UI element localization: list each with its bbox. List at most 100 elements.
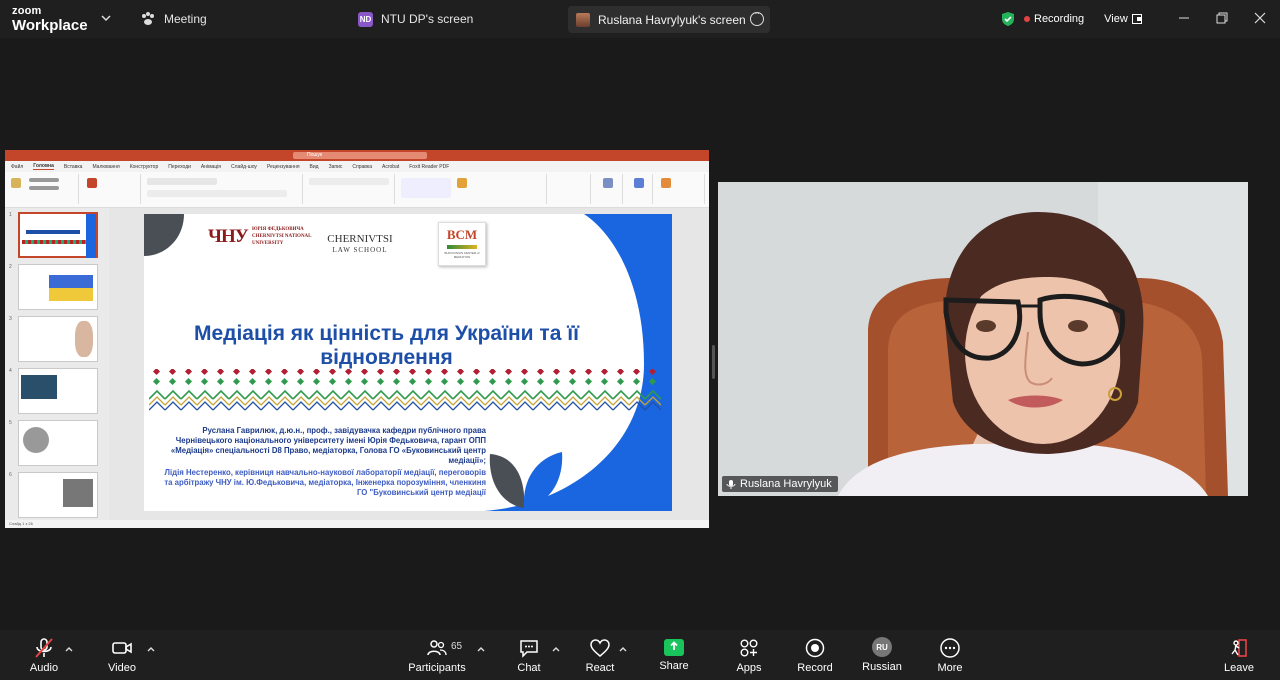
panel-splitter-handle[interactable] bbox=[712, 345, 715, 379]
apps-button[interactable]: Apps bbox=[732, 630, 766, 680]
shared-screen[interactable]: Пошук Файл Головна Вставка Малювання Кон… bbox=[5, 150, 709, 528]
ppt-menu-record[interactable]: Запис bbox=[329, 164, 343, 170]
more-options-icon[interactable] bbox=[750, 8, 764, 26]
ribbon-voice[interactable] bbox=[625, 174, 653, 204]
chevron-down-icon[interactable] bbox=[100, 12, 112, 24]
ribbon-designer[interactable] bbox=[655, 174, 705, 204]
ppt-status-bar: Слайд 1 з 26 bbox=[5, 520, 709, 528]
ppt-search[interactable]: Пошук bbox=[293, 152, 427, 159]
chevron-up-icon[interactable] bbox=[64, 644, 74, 654]
ppt-menu-animation[interactable]: Анімація bbox=[201, 164, 221, 170]
ppt-menu-insert[interactable]: Вставка bbox=[64, 164, 83, 170]
close-icon[interactable] bbox=[1252, 10, 1268, 26]
more-icon bbox=[940, 637, 960, 658]
law-school-logo: CHERNIVTSI LAW SCHOOL bbox=[324, 234, 396, 256]
ribbon-paragraph[interactable] bbox=[305, 174, 395, 204]
ribbon-editing[interactable] bbox=[549, 174, 591, 204]
slide-thumbnail-3[interactable] bbox=[18, 316, 98, 362]
bcm-bar bbox=[447, 245, 477, 249]
view-layout-icon bbox=[1131, 14, 1142, 24]
ribbon-slides[interactable] bbox=[81, 174, 141, 204]
chat-button[interactable]: Chat bbox=[510, 630, 548, 680]
paragraph-row bbox=[309, 178, 389, 185]
chat-label: Chat bbox=[517, 661, 541, 674]
thumb-num: 2 bbox=[9, 264, 12, 270]
ppt-menu-design[interactable]: Конструктор bbox=[130, 164, 159, 170]
more-button[interactable]: More bbox=[932, 630, 968, 680]
chevron-up-icon[interactable] bbox=[146, 644, 156, 654]
tab-ntu-dp-screen[interactable]: ND NTU DP's screen bbox=[358, 9, 473, 29]
ribbon-drawing[interactable] bbox=[397, 174, 547, 204]
slide-thumbnail-4[interactable] bbox=[18, 368, 98, 414]
ribbon-clipboard[interactable] bbox=[7, 174, 79, 204]
ppt-menu-bar: Файл Головна Вставка Малювання Конструкт… bbox=[5, 161, 709, 172]
language-badge: RU bbox=[872, 637, 892, 657]
slide-thumbnail-1[interactable] bbox=[18, 212, 98, 258]
tab-ruslana-label: Ruslana Havrylyuk's screen bbox=[598, 12, 746, 27]
ppt-menu-file[interactable]: Файл bbox=[11, 164, 23, 170]
tab-meeting-label: Meeting bbox=[164, 12, 207, 26]
video-label: Video bbox=[108, 661, 136, 674]
slide-thumbnail-6[interactable] bbox=[18, 472, 98, 518]
audio-button[interactable]: Audio bbox=[22, 630, 66, 680]
ppt-menu-home[interactable]: Головна bbox=[33, 163, 54, 170]
leave-icon bbox=[1231, 638, 1247, 657]
ribbon-font[interactable] bbox=[143, 174, 303, 204]
ppt-menu-draw[interactable]: Малювання bbox=[92, 164, 119, 170]
react-button[interactable]: React bbox=[582, 630, 618, 680]
language-label: Russian bbox=[862, 661, 902, 673]
ppt-menu-transitions[interactable]: Переходи bbox=[168, 164, 191, 170]
language-button[interactable]: RU Russian bbox=[860, 630, 904, 680]
react-label: React bbox=[585, 661, 615, 674]
participant-video-tile[interactable]: Ruslana Havrylyuk bbox=[718, 182, 1248, 496]
tab-ruslana-screen[interactable]: Ruslana Havrylyuk's screen bbox=[568, 6, 770, 33]
mic-muted-icon bbox=[35, 637, 53, 658]
shield-check-icon[interactable] bbox=[1000, 11, 1016, 27]
recording-group: Recording View bbox=[994, 7, 1154, 31]
font-select bbox=[147, 178, 217, 185]
slide-editor[interactable]: ЧНУ ЮРІЯ ФЕДЬКОВИЧА CHERNIVTSI NATIONAL … bbox=[109, 208, 709, 520]
record-button[interactable]: Record bbox=[796, 630, 834, 680]
participants-button[interactable]: Participants bbox=[404, 630, 470, 680]
thumb-num: 1 bbox=[9, 212, 12, 218]
ppt-title-bar: Пошук bbox=[5, 150, 709, 161]
chevron-up-icon[interactable] bbox=[476, 644, 486, 654]
share-screen-icon bbox=[664, 638, 684, 656]
slide-thumbnail-5[interactable] bbox=[18, 420, 98, 466]
ppt-menu-acrobat[interactable]: Acrobat bbox=[382, 164, 399, 170]
share-button[interactable]: Share bbox=[656, 630, 692, 680]
apps-label: Apps bbox=[736, 661, 762, 674]
slide-thumbnails: 1 2 3 4 5 6 bbox=[5, 208, 109, 520]
copy-icon bbox=[29, 186, 59, 190]
current-slide: ЧНУ ЮРІЯ ФЕДЬКОВИЧА CHERNIVTSI NATIONAL … bbox=[144, 214, 672, 511]
participants-count: 65 bbox=[451, 641, 463, 652]
paste-icon bbox=[11, 178, 21, 188]
chevron-up-icon[interactable] bbox=[618, 644, 628, 654]
slide-thumbnail-2[interactable] bbox=[18, 264, 98, 310]
logo-line1: zoom bbox=[12, 5, 42, 17]
apps-icon bbox=[740, 639, 758, 656]
ppt-menu-review[interactable]: Рецензування bbox=[267, 164, 300, 170]
ppt-menu-view[interactable]: Вид bbox=[310, 164, 319, 170]
ppt-menu-slideshow[interactable]: Слайд-шоу bbox=[231, 164, 257, 170]
chat-icon bbox=[520, 639, 538, 658]
chevron-up-icon[interactable] bbox=[551, 644, 561, 654]
zoom-workplace-logo[interactable]: zoom Workplace bbox=[12, 5, 88, 34]
pdf-icon bbox=[603, 178, 613, 188]
ppt-ribbon bbox=[5, 172, 709, 208]
logo-line2: Workplace bbox=[12, 17, 88, 34]
view-button[interactable]: View bbox=[1104, 13, 1142, 25]
maximize-icon[interactable] bbox=[1214, 10, 1230, 26]
ppt-menu-help[interactable]: Справка bbox=[352, 164, 372, 170]
thumb-num: 6 bbox=[9, 472, 12, 478]
minimize-icon[interactable] bbox=[1176, 10, 1192, 26]
ppt-menu-foxit[interactable]: Foxit Reader PDF bbox=[409, 164, 449, 170]
ribbon-pdf[interactable] bbox=[593, 174, 623, 204]
leaf-decoration bbox=[489, 452, 563, 508]
tab-meeting[interactable]: Meeting bbox=[140, 9, 207, 29]
video-button[interactable]: Video bbox=[100, 630, 144, 680]
leave-button[interactable]: Leave bbox=[1222, 630, 1256, 680]
slide-author-2: Лідія Нестеренко, керівниця навчально-на… bbox=[164, 468, 486, 497]
tab-ntu-dp-label: NTU DP's screen bbox=[381, 12, 474, 26]
recording-indicator[interactable]: Recording bbox=[1024, 8, 1084, 30]
